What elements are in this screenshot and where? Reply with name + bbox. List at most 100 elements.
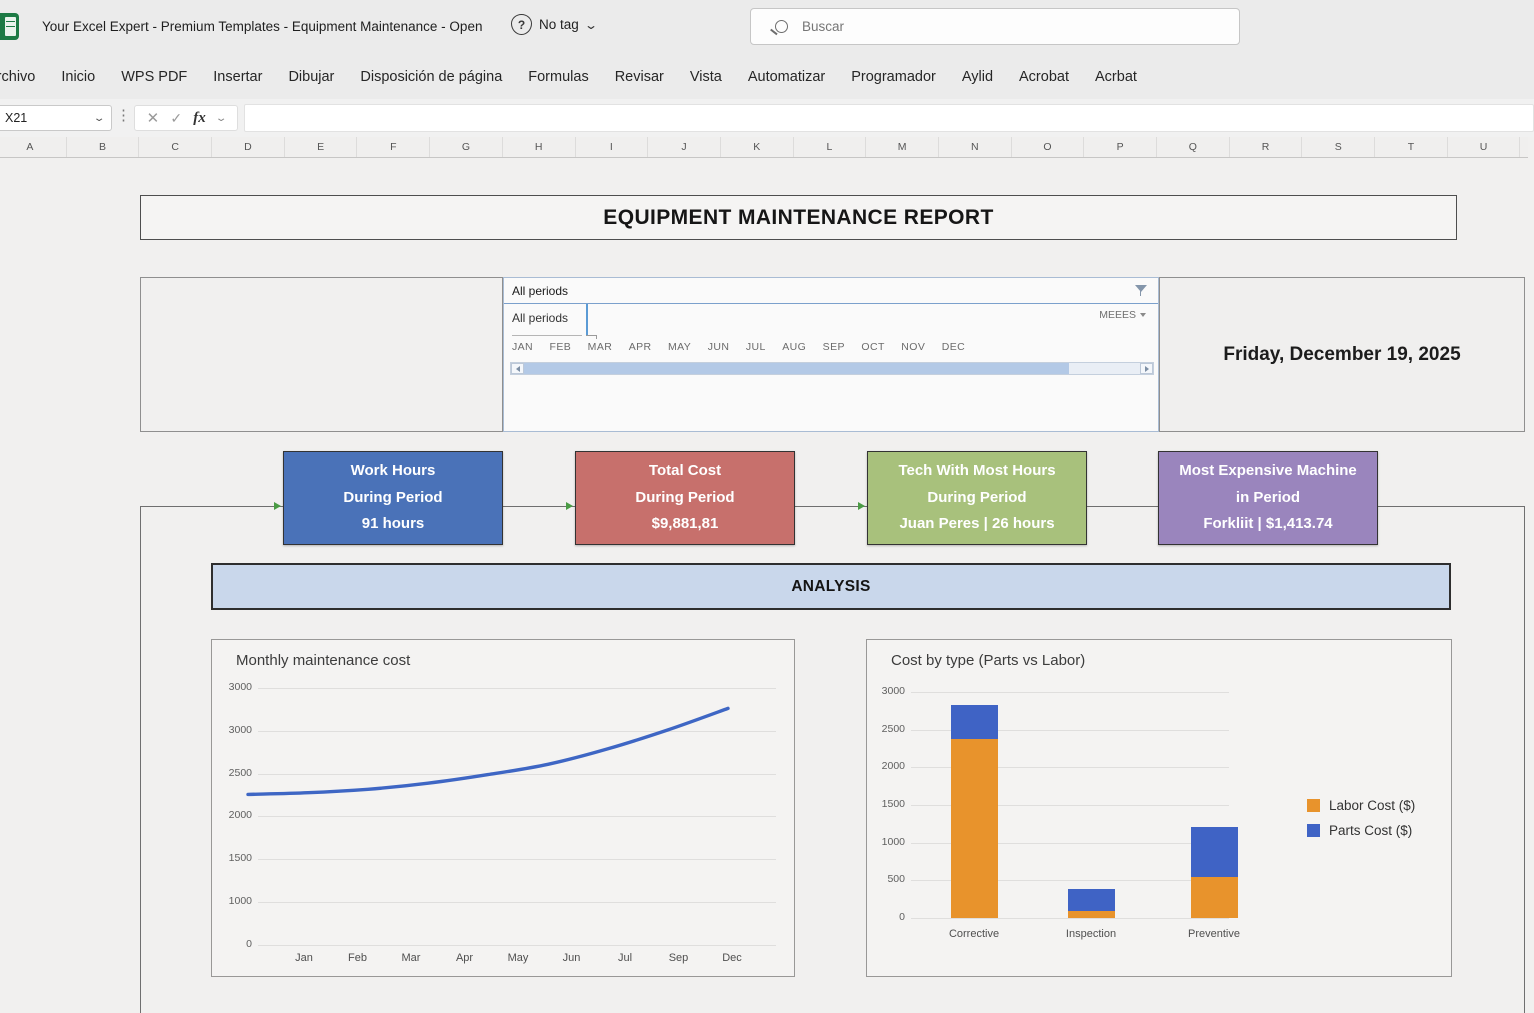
ribbon-tab[interactable]: Automatizar (735, 55, 838, 99)
ribbon-tab[interactable]: Aylid (949, 55, 1006, 99)
ribbon-tab[interactable]: Acrbat (1082, 55, 1150, 99)
search-placeholder: Buscar (802, 19, 844, 34)
header-left-panel (140, 277, 503, 432)
column-header[interactable]: P (1084, 137, 1157, 157)
bar-segment-labor (951, 739, 998, 918)
document-title: Your Excel Expert - Premium Templates - … (42, 19, 482, 34)
formula-bar: X21 ⌄ ⋮ ✕ ✓ fx ⌄ (0, 99, 1534, 137)
chevron-down-icon: ⌄ (584, 18, 598, 32)
name-box[interactable]: X21 ⌄ (0, 105, 112, 131)
excel-app-icon[interactable] (0, 13, 19, 40)
kpi-title-line: During Period (343, 485, 442, 512)
column-header[interactable]: A (0, 137, 67, 157)
report-date: Friday, December 19, 2025 (1159, 277, 1525, 432)
timeline-month[interactable]: MAY (668, 341, 691, 353)
timeline-month[interactable]: JUN (708, 341, 730, 353)
ribbon-tab-bar: ArchivoInicioWPS PDFInsertarDibujarDispo… (0, 55, 1534, 99)
column-header[interactable]: F (357, 137, 430, 157)
search-box[interactable]: Buscar (750, 8, 1240, 45)
timeline-month[interactable]: JAN (512, 341, 533, 353)
cost-trend-line (212, 640, 796, 978)
cell-reference: X21 (5, 111, 95, 125)
column-header[interactable]: G (430, 137, 503, 157)
ribbon-tab[interactable]: Programador (838, 55, 949, 99)
legend-item: Labor Cost ($) (1307, 798, 1415, 813)
timeline-level-dropdown[interactable]: MEEES (1099, 309, 1146, 321)
column-header[interactable]: K (721, 137, 794, 157)
column-header[interactable]: D (212, 137, 285, 157)
sensitivity-label-icon: ? (511, 14, 532, 35)
legend-label: Labor Cost ($) (1329, 798, 1415, 813)
timeline-month[interactable]: DEC (942, 341, 965, 353)
column-header[interactable]: C (139, 137, 212, 157)
timeline-month[interactable]: APR (629, 341, 652, 353)
timeline-month[interactable]: OCT (861, 341, 884, 353)
ribbon-tab[interactable]: Formulas (515, 55, 601, 99)
timeline-slicer: All periods All periods MEEES JANFEBMARA… (503, 277, 1159, 432)
ribbon-tab[interactable]: Insertar (200, 55, 275, 99)
column-header[interactable]: E (285, 137, 358, 157)
column-header[interactable]: U (1448, 137, 1521, 157)
bar-chart-cost-by-type[interactable]: Cost by type (Parts vs Labor) Labor Cost… (866, 639, 1452, 977)
timeline-month[interactable]: SEP (823, 341, 845, 353)
column-header[interactable]: N (939, 137, 1012, 157)
search-icon (775, 20, 788, 33)
ribbon-tab[interactable]: Revisar (602, 55, 677, 99)
kpi-value: Forkliit | $1,413.74 (1203, 511, 1332, 538)
column-header[interactable]: T (1375, 137, 1448, 157)
ribbon-tab[interactable]: Archivo (0, 55, 48, 99)
ribbon-tab[interactable]: Disposición de página (347, 55, 515, 99)
scrollbar-track[interactable] (1069, 363, 1140, 374)
timeline-month[interactable]: JUL (746, 341, 766, 353)
kpi-card-top-tech: Tech With Most Hours During Period Juan … (867, 451, 1087, 545)
y-tick-label: 1500 (869, 798, 905, 810)
column-header[interactable]: I (576, 137, 649, 157)
ribbon-tab[interactable]: Acrobat (1006, 55, 1082, 99)
y-tick-label: 3000 (869, 685, 905, 697)
formula-input[interactable] (244, 104, 1534, 132)
excel-icon-sheet (5, 17, 16, 36)
timeline-month[interactable]: FEB (550, 341, 572, 353)
column-header[interactable]: B (67, 137, 140, 157)
insert-function-button[interactable]: fx (193, 110, 206, 127)
kpi-title-line: Total Cost (649, 458, 721, 485)
timeline-selection-cursor[interactable] (586, 304, 588, 336)
column-header[interactable]: S (1302, 137, 1375, 157)
y-tick-label: 2000 (869, 760, 905, 772)
ribbon-tab[interactable]: Vista (677, 55, 735, 99)
ribbon-tab[interactable]: Dibujar (275, 55, 347, 99)
x-category-label: Preventive (1188, 928, 1240, 940)
excel-window: Your Excel Expert - Premium Templates - … (0, 0, 1534, 1013)
bar-segment-parts (1191, 827, 1238, 877)
timeline-month[interactable]: NOV (901, 341, 925, 353)
scroll-left-button[interactable] (511, 363, 524, 374)
y-tick-label: 2500 (869, 723, 905, 735)
y-tick-label: 1000 (869, 836, 905, 848)
smart-tag-marker (274, 502, 281, 510)
timeline-month[interactable]: MAR (588, 341, 613, 353)
title-bar: Your Excel Expert - Premium Templates - … (0, 0, 1534, 55)
ribbon-tab[interactable]: Inicio (48, 55, 108, 99)
column-header[interactable]: H (503, 137, 576, 157)
kpi-title-line: Work Hours (351, 458, 436, 485)
enter-button[interactable]: ✓ (170, 110, 182, 127)
timeline-selection-underline (512, 335, 582, 336)
column-header[interactable]: Q (1157, 137, 1230, 157)
name-box-chevron-icon: ⌄ (93, 113, 106, 124)
scroll-right-button[interactable] (1140, 363, 1153, 374)
column-header[interactable]: M (866, 137, 939, 157)
scrollbar-thumb[interactable] (524, 363, 1069, 374)
sensitivity-tag-selector[interactable]: ? No tag ⌄ (511, 14, 596, 35)
cancel-button[interactable]: ✕ (147, 109, 160, 127)
column-header[interactable]: O (1012, 137, 1085, 157)
column-header[interactable]: J (648, 137, 721, 157)
clear-filter-icon[interactable] (1134, 284, 1148, 298)
column-header[interactable]: R (1230, 137, 1303, 157)
column-header[interactable]: L (794, 137, 867, 157)
ribbon-tab[interactable]: WPS PDF (108, 55, 200, 99)
formula-chevron-icon[interactable]: ⌄ (215, 113, 228, 124)
timeline-month[interactable]: AUG (782, 341, 806, 353)
kpi-title-line: During Period (635, 485, 734, 512)
line-chart-monthly-cost[interactable]: Monthly maintenance cost 300030002500200… (211, 639, 795, 977)
kpi-card-work-hours: Work Hours During Period 91 hours (283, 451, 503, 545)
